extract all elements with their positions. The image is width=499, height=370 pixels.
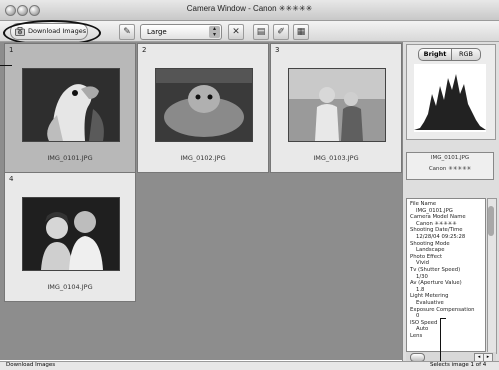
tab-rgb[interactable]: RGB [451,48,481,61]
rotate-icon: ✎ [123,27,131,37]
rotate-tool-button[interactable]: ✎ [119,24,135,40]
thumbnail-number: 1 [9,46,14,54]
chevron-updown-icon: ▴ ▾ [209,26,220,38]
camera-file-name: IMG_0101.JPG [430,155,470,161]
chevron-left-icon: ◂ [477,354,481,360]
info-scrollbar-thumb[interactable] [488,206,494,236]
info-value: Canon ✳✳✳✳✳ [416,220,457,227]
thumbnail-filename: IMG_0104.JPG [47,283,93,291]
info-value: 0 [416,313,420,320]
window-title: Camera Window - Canon ✳✳✳✳✳ [186,4,313,13]
info-value: Landscape [416,247,445,254]
info-value: 1.8 [416,286,425,293]
info-value: 1/30 [416,273,428,280]
thumbnail-filename: IMG_0103.JPG [313,154,359,162]
info-label: Shooting Date/Time [410,227,463,234]
status-bar [0,361,499,370]
delete-icon: ✕ [232,27,240,37]
info-label: Exposure Compensation [410,306,475,313]
parrot-photo [22,68,120,142]
selection-callout-line [0,65,12,66]
info-label: Light Metering [410,293,449,300]
thumbnail-filename: IMG_0102.JPG [180,154,226,162]
edit-button[interactable]: ✐ [273,24,289,40]
status-right-text: Selects image 1 of 4 [430,362,487,368]
thumbnail-size-select[interactable]: Large ▴ ▾ [140,24,222,40]
thumbnail-1[interactable]: 1 IMG_0101.JPG [4,43,136,173]
couple-portrait-photo [22,197,120,271]
print-icon: ▦ [296,27,306,37]
info-value: 12/28/04 09:25:28 [416,233,466,240]
status-callout-tick [440,318,446,319]
status-left-text: Download Images [6,362,56,368]
tortoise-photo [155,68,253,142]
info-label: Camera Model Name [410,214,466,221]
info-label: Photo Effect [410,253,443,260]
info-value: IMG_0101.JPG [416,207,453,214]
info-value: Vivid [416,260,429,267]
thumbnail-3[interactable]: 3 IMG_0103.JPG [270,43,402,173]
camera-info-box: IMG_0101.JPG Canon ✳✳✳✳✳ [406,152,494,180]
screen-icon: ▤ [256,27,266,37]
camera-window-screen: Camera Window - Canon ✳✳✳✳✳ Download Ima… [0,0,499,370]
info-label: File Name [410,201,437,207]
couple-beach-photo [288,68,386,142]
status-callout-line [440,318,441,366]
camera-model-name: Canon ✳✳✳✳✳ [428,166,472,172]
chevron-right-icon: ▸ [486,354,490,360]
slideshow-button[interactable]: ▤ [253,24,269,40]
tab-bright[interactable]: Bright [418,48,452,61]
info-label: Av (Aperture Value) [410,280,462,287]
info-value: Auto [416,326,429,333]
thumbnail-number: 3 [275,46,280,54]
info-value: Evaluative [416,299,444,306]
edit-icon: ✐ [277,27,285,37]
thumbnail-number: 4 [9,175,14,183]
thumbnail-number: 2 [142,46,147,54]
print-button[interactable]: ▦ [293,24,309,40]
info-label: ISO Speed [410,319,438,326]
info-label: Shooting Mode [410,240,450,247]
thumbnail-size-value: Large [147,28,167,36]
delete-button[interactable]: ✕ [228,24,244,40]
thumbnail-2[interactable]: 2 IMG_0102.JPG [137,43,269,173]
histogram [414,64,486,132]
thumbnail-4[interactable]: 4 IMG_0104.JPG [4,172,136,302]
info-label: Tv (Shutter Speed) [410,266,461,273]
info-label: Lens [410,332,423,339]
shooting-info-list: File Name IMG_0101.JPG Camera Model Name… [406,198,486,352]
thumbnail-filename: IMG_0101.JPG [47,154,93,162]
